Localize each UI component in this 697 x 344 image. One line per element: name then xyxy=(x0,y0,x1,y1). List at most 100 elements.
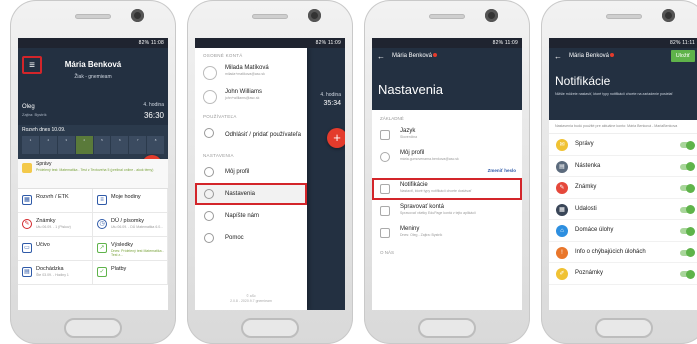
notif-toggle[interactable] xyxy=(680,205,695,214)
drawer-item-label: Pomoc xyxy=(225,235,244,241)
settings-profile[interactable]: Môj profil mária.gumovenarna.benkova@asc.… xyxy=(372,146,522,168)
period-cell: 2 xyxy=(39,136,57,154)
camera xyxy=(662,9,675,22)
row-title: Môj profil xyxy=(400,150,425,156)
account-email: milada+matikova@asc.sk xyxy=(225,72,265,76)
speaker xyxy=(75,14,111,19)
drawer-item-contact[interactable]: Napíšte nám xyxy=(195,205,307,227)
notif-row-events[interactable]: ▦ Udalosti xyxy=(549,199,697,220)
save-button[interactable]: Uložiť xyxy=(670,50,695,62)
home-button[interactable] xyxy=(418,318,476,338)
period-cell: 6 xyxy=(111,136,129,154)
section-accounts: OSOBNÉ KONTÁ xyxy=(203,53,243,58)
nameday-tomorrow: Zajtra: Bystrík xyxy=(22,112,47,117)
home-screen: 82% 11:08 ≡ Mária Benková Žiak - gnemiea… xyxy=(18,38,168,310)
drawer-item-help[interactable]: Pomoc xyxy=(195,227,307,249)
module-curriculum[interactable]: ▭ Učivo xyxy=(18,237,93,261)
logout-item[interactable]: Odhlásiť / pridať používateľa xyxy=(195,122,307,148)
logout-icon xyxy=(204,128,214,138)
attendance-icon: ▤ xyxy=(22,267,32,277)
page-title: Nastavenia xyxy=(378,82,444,97)
notif-toggle[interactable] xyxy=(680,248,695,257)
settings-notifications[interactable]: Notifikácie Nastaviť, ktoré typy notifiká… xyxy=(372,178,522,200)
period-cell: 7 xyxy=(129,136,147,154)
drawer-item-settings[interactable]: Nastavenia xyxy=(195,183,307,205)
notif-label: Známky xyxy=(575,184,597,191)
phone-home: 82% 11:08 ≡ Mária Benková Žiak - gnemiea… xyxy=(10,0,176,344)
notif-row-notes[interactable]: ✐ Poznámky xyxy=(549,263,697,285)
settings-namedays[interactable]: Meniny Dnes: Oleg - Zajtra: Bystrík xyxy=(372,222,522,244)
module-schedule[interactable]: ▦ Rozvrh / ETK xyxy=(18,189,93,213)
notification-dot xyxy=(433,53,437,57)
home-header: ≡ Mária Benková Žiak - gnemieam xyxy=(18,48,168,100)
news-text: Prídelený test: Matematika - Test z Text… xyxy=(36,168,154,172)
section-basic: ZÁKLADNÉ xyxy=(380,116,404,121)
change-password-link[interactable]: Zmeniť heslo xyxy=(372,168,522,178)
drawer-item-label: Nastavenia xyxy=(225,191,256,197)
module-homework[interactable]: ◷ DÚ / písomky Utu 06.09. - DÚ Matematika … xyxy=(93,213,168,237)
camera xyxy=(131,9,144,22)
notif-label: Správy xyxy=(575,141,594,148)
row-sub: Slovenčina xyxy=(400,135,418,139)
notif-row-homework[interactable]: ⌂ Domáce úlohy xyxy=(549,220,697,242)
user-role: Žiak - gnemieam xyxy=(74,74,112,80)
notifications-screen: 82% 11:11 ← Mária Benková Uložiť Notifik… xyxy=(549,38,697,310)
account-item[interactable]: Milada Matíková milada+matikova@asc.sk xyxy=(195,61,307,85)
row-sub: mária.gumovenarna.benkova@asc.sk xyxy=(400,157,459,161)
notif-row-missing[interactable]: ! Info o chýbajúcich úlohách xyxy=(549,242,697,263)
period-cell: 3 xyxy=(57,136,75,154)
phone-settings: 82% 11:09 ← Mária Benková Nastavenia ZÁK… xyxy=(364,0,530,344)
module-label: DÚ / písomky xyxy=(111,218,145,224)
notification-dot xyxy=(610,53,614,57)
home-button[interactable] xyxy=(595,318,653,338)
module-label: Výsledky xyxy=(111,242,134,248)
notif-toggle[interactable] xyxy=(680,162,695,171)
home-button[interactable] xyxy=(241,318,299,338)
logout-label: Odhlásiť / pridať používateľa xyxy=(225,132,301,138)
row-title: Jazyk xyxy=(400,128,416,134)
lesson-countdown: 36:30 xyxy=(143,111,164,120)
notif-toggle[interactable] xyxy=(680,140,695,150)
notif-toggle[interactable] xyxy=(680,183,695,193)
notif-row-board[interactable]: ▤ Nástenka xyxy=(549,156,697,177)
clock-icon: ◷ xyxy=(97,219,107,229)
row-title: Meniny xyxy=(400,226,420,232)
schedule-strip[interactable]: Rozvrh dnes 10.09. 1 2 3 4 5 6 7 8 xyxy=(18,125,168,159)
status-bar: 82% 11:08 xyxy=(18,38,168,48)
settings-language[interactable]: Jazyk Slovenčina xyxy=(372,124,522,146)
module-attendance[interactable]: ▤ Dochádzka Šte 03.09. - Hodiny 1 xyxy=(18,261,93,285)
account-item[interactable]: John Williams john+williams@asc.sk xyxy=(195,85,307,109)
chat-icon xyxy=(204,211,214,221)
status-bar: 82% 11:09 xyxy=(195,38,345,48)
module-payments[interactable]: ✓ Platby xyxy=(93,261,168,285)
home-button[interactable] xyxy=(64,318,122,338)
news-item[interactable]: Správy Prídelený test: Matematika - Test… xyxy=(18,159,168,189)
version-number: 2.0.8 - 2020.9.7 gnemieam xyxy=(230,299,272,303)
language-icon xyxy=(380,130,390,140)
period-cell: 5 xyxy=(93,136,111,154)
back-arrow-icon[interactable]: ← xyxy=(554,52,562,61)
module-my-lessons[interactable]: ≡ Moje hodiny xyxy=(93,189,168,213)
homework-icon: ⌂ xyxy=(556,225,568,237)
add-button[interactable]: + xyxy=(327,128,345,148)
back-arrow-icon[interactable]: ← xyxy=(377,52,385,61)
drawer-item-profile[interactable]: Môj profil xyxy=(195,161,307,183)
lesson-countdown: 35:34 xyxy=(323,100,341,107)
notif-row-messages[interactable]: ✉ Správy xyxy=(549,134,697,156)
phone-notifications: 82% 11:11 ← Mária Benková Uložiť Notifik… xyxy=(541,0,697,344)
module-label: Dochádzka xyxy=(36,266,64,272)
settings-accounts[interactable]: Spravovať kontá Spravovať všetky EduPage … xyxy=(372,200,522,222)
mail-icon xyxy=(22,163,32,173)
drawer-item-label: Napíšte nám xyxy=(225,213,260,219)
camera xyxy=(485,9,498,22)
notif-toggle[interactable] xyxy=(680,226,695,236)
notif-row-grades[interactable]: ✎ Známky xyxy=(549,177,697,199)
settings-screen: 82% 11:09 ← Mária Benková Nastavenia ZÁK… xyxy=(372,38,522,310)
home-peek: 4. hodina 35:34 + xyxy=(307,48,345,310)
module-label: Známky xyxy=(36,218,56,224)
module-results[interactable]: ↗ Výsledky Dnes: Prídelený test Matematika… xyxy=(93,237,168,261)
notif-toggle[interactable] xyxy=(680,269,695,279)
module-grades[interactable]: ✎ Známky Utu 06.09. - 1 (Piskov) xyxy=(18,213,93,237)
note-icon: ✐ xyxy=(556,268,568,280)
period-cell: 8 xyxy=(147,136,164,154)
